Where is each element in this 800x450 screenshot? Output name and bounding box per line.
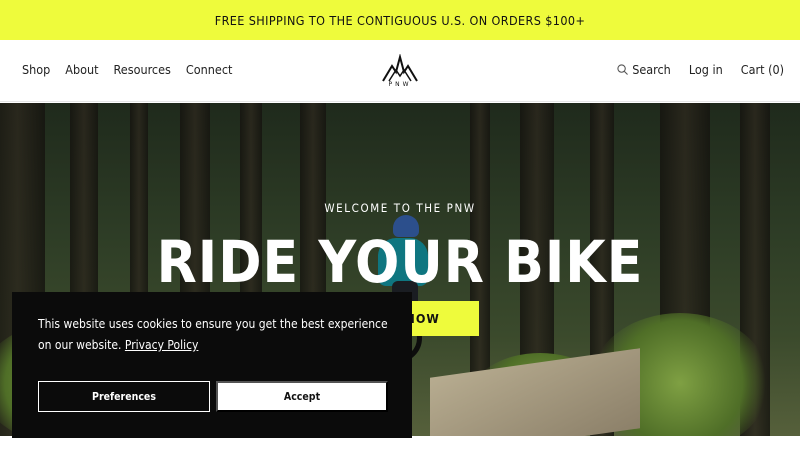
preferences-button[interactable]: Preferences (38, 381, 210, 412)
announcement-bar: FREE SHIPPING TO THE CONTIGUOUS U.S. ON … (0, 0, 800, 40)
search-icon (617, 64, 629, 75)
cart-link[interactable]: Cart (0) (741, 62, 784, 77)
utility-nav: Search Log in Cart (0) (617, 62, 784, 77)
main-nav: Shop About Resources Connect (22, 62, 232, 77)
hero-title: RIDE YOUR BIKE (156, 228, 644, 296)
nav-about[interactable]: About (65, 62, 98, 77)
privacy-policy-link[interactable]: Privacy Policy (125, 338, 199, 352)
announcement-text: FREE SHIPPING TO THE CONTIGUOUS U.S. ON … (214, 12, 586, 28)
login-link[interactable]: Log in (689, 62, 723, 77)
logo-text: PNW (388, 81, 412, 88)
cookie-text: This website uses cookies to ensure you … (38, 317, 388, 352)
nav-connect[interactable]: Connect (186, 62, 233, 77)
cookie-banner: This website uses cookies to ensure you … (12, 292, 412, 438)
cookie-message: This website uses cookies to ensure you … (38, 314, 398, 356)
mountain-logo-icon (382, 53, 418, 82)
site-header: Shop About Resources Connect PNW Search … (0, 40, 800, 102)
search-label: Search (632, 62, 671, 77)
hero-kicker: WELCOME TO THE PNW (324, 201, 476, 215)
nav-resources[interactable]: Resources (114, 62, 171, 77)
site-logo[interactable]: PNW (382, 53, 418, 90)
nav-shop[interactable]: Shop (22, 62, 50, 77)
search-button[interactable]: Search (617, 62, 671, 77)
accept-button[interactable]: Accept (216, 381, 388, 412)
